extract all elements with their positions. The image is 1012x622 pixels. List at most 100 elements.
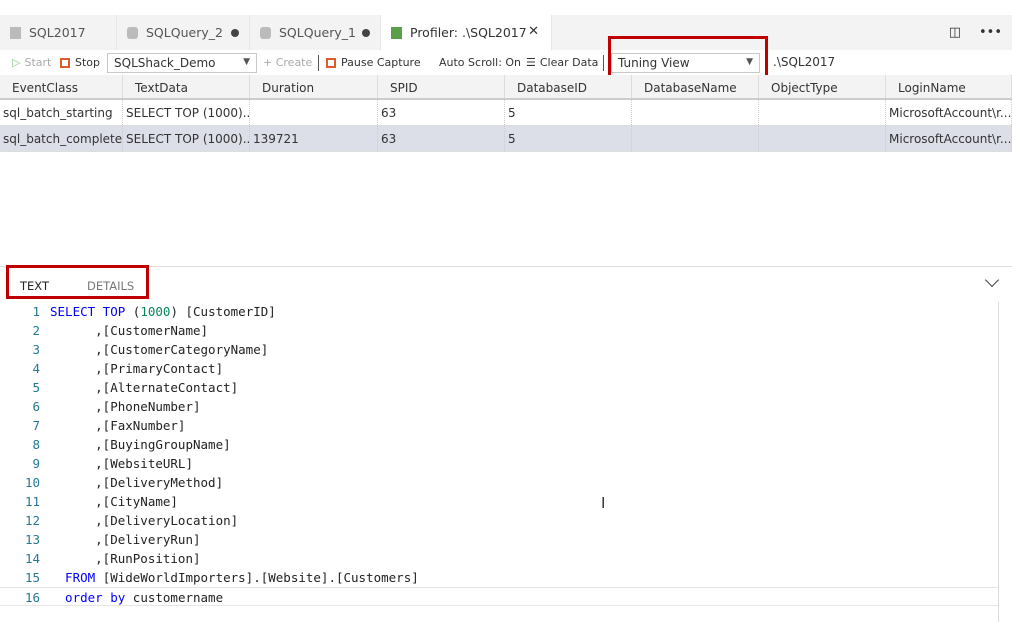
tab-label: SQL2017 <box>29 25 86 40</box>
editor-tabs: SQL2017 SQLQuery_2 SQLQuery_1 Profiler: .\S… <box>0 15 1012 50</box>
grid-cell: MicrosoftAccount\r... <box>886 126 1012 151</box>
file-icon <box>10 26 21 39</box>
column-header[interactable]: DatabaseName <box>632 75 759 98</box>
code-token: SELECT TOP <box>50 304 133 319</box>
code-line: 1 SELECT TOP (1000) [CustomerID] <box>0 302 998 321</box>
session-select[interactable]: SQLShack_Demo ▼ <box>107 53 257 73</box>
code-text: ,[PhoneNumber] <box>50 397 200 416</box>
code-text: ,[BuyingGroupName] <box>50 435 231 454</box>
code-line: 8 ,[BuyingGroupName] <box>0 435 998 454</box>
code-token: FROM <box>50 570 103 585</box>
column-header[interactable]: TextData <box>123 75 250 98</box>
code-text: ,[CustomerName] <box>50 321 208 340</box>
start-label: Start <box>24 56 52 69</box>
stop-button[interactable]: Stop <box>60 56 100 69</box>
editor-scrollbar[interactable] <box>998 302 999 622</box>
line-number: 8 <box>32 437 40 452</box>
grid-header-row[interactable]: EventClass TextData Duration SPID DatabaseID… <box>0 75 1012 100</box>
code-token: ,[AlternateContact] <box>50 380 239 395</box>
pause-icon <box>326 57 336 68</box>
panel-divider[interactable] <box>0 266 1012 267</box>
code-token: customername <box>132 590 224 605</box>
tab-sqlquery-1[interactable]: SQLQuery_1 <box>250 15 381 50</box>
code-token: order by <box>50 590 133 605</box>
line-number: 10 <box>24 475 40 490</box>
tab-profiler-sql2017[interactable]: Profiler: .\SQL2017 ✕ <box>381 15 552 50</box>
line-number: 9 <box>32 456 40 471</box>
tab-sqlquery-2[interactable]: SQLQuery_2 <box>117 15 250 50</box>
code-text: ,[RunPosition] <box>50 549 200 568</box>
code-token: ,[CustomerName] <box>50 323 209 338</box>
code-text: ,[CustomerCategoryName] <box>50 340 268 359</box>
code-text: FROM [WideWorldImporters].[Website].[Cus… <box>50 568 419 587</box>
line-number: 3 <box>32 342 40 357</box>
code-line: 4 ,[PrimaryContact] <box>0 359 998 378</box>
code-token: ,[WebsiteURL] <box>50 456 193 471</box>
tab-sql2017[interactable]: SQL2017 <box>0 15 117 50</box>
code-token: ,[DeliveryLocation] <box>50 513 239 528</box>
code-text: order by customername <box>50 588 223 607</box>
profiler-grid-icon <box>391 26 402 39</box>
code-text: ,[DeliveryMethod] <box>50 473 223 492</box>
close-tab-icon[interactable]: ✕ <box>528 24 539 39</box>
sql-text-editor[interactable]: 1 SELECT TOP (1000) [CustomerID] 2 ,[Custo… <box>0 302 998 606</box>
grid-cell <box>759 126 886 151</box>
grid-cell <box>632 100 759 125</box>
code-line: 13 ,[DeliveryRun] <box>0 530 998 549</box>
unsaved-dot-icon <box>362 29 370 37</box>
code-token: ,[CustomerCategoryName] <box>50 342 269 357</box>
text-cursor-icon: I <box>601 494 606 512</box>
line-number: 6 <box>32 399 40 414</box>
create-button[interactable]: + Create <box>263 56 312 69</box>
code-text: ,[WebsiteURL] <box>50 454 193 473</box>
code-token: ,[BuyingGroupName] <box>50 437 231 452</box>
code-text: SELECT TOP (1000) [CustomerID] <box>50 302 276 321</box>
auto-scroll-toggle[interactable]: Auto Scroll: On <box>439 56 521 69</box>
session-value: SQLShack_Demo <box>114 56 216 70</box>
database-icon <box>260 26 271 39</box>
code-token: ,[DeliveryRun] <box>50 532 201 547</box>
column-header[interactable]: Duration <box>250 75 378 98</box>
clear-icon: ☰ <box>526 56 536 69</box>
collapse-panel-icon[interactable] <box>984 272 1000 288</box>
column-header[interactable]: DatabaseID <box>505 75 632 98</box>
line-number: 15 <box>24 570 40 585</box>
table-row[interactable]: sql_batch_completed SELECT TOP (1000)... 1… <box>0 126 1012 152</box>
tab-label: Profiler: .\SQL2017 <box>410 25 527 40</box>
code-line: 5 ,[AlternateContact] <box>0 378 998 397</box>
grid-cell <box>250 100 378 125</box>
column-header[interactable]: EventClass <box>0 75 123 98</box>
line-number: 16 <box>24 590 40 605</box>
code-token: ,[DeliveryMethod] <box>50 475 224 490</box>
line-number: 11 <box>24 494 40 509</box>
code-token: ,[PrimaryContact] <box>50 361 224 376</box>
grid-cell: 5 <box>505 126 632 151</box>
line-number: 1 <box>32 304 40 319</box>
code-line: 15 FROM [WideWorldImporters].[Website].[… <box>0 568 998 587</box>
code-line: 3 ,[CustomerCategoryName] <box>0 340 998 359</box>
code-line: 14 ,[RunPosition] <box>0 549 998 568</box>
grid-cell: sql_batch_completed <box>0 126 123 151</box>
pause-capture-button[interactable]: Pause Capture <box>326 56 421 69</box>
split-editor-icon[interactable]: ◫ <box>949 25 961 40</box>
code-line: 12 ,[DeliveryLocation] <box>0 511 998 530</box>
clear-data-button[interactable]: ☰ Clear Data <box>526 56 598 69</box>
column-header[interactable]: ObjectType <box>759 75 886 98</box>
code-text: ,[FaxNumber] <box>50 416 185 435</box>
code-line: 7 ,[FaxNumber] <box>0 416 998 435</box>
more-actions-icon[interactable]: ••• <box>979 25 1002 40</box>
grid-cell <box>632 126 759 151</box>
tab-label: SQLQuery_2 <box>146 25 223 40</box>
line-number: 7 <box>32 418 40 433</box>
grid-cell: SELECT TOP (1000)... <box>123 126 250 151</box>
play-icon: ▷ <box>12 56 21 69</box>
grid-cell: 139721 <box>250 126 378 151</box>
dropdown-arrow-icon: ▼ <box>243 57 250 67</box>
table-row[interactable]: sql_batch_starting SELECT TOP (1000)... 63… <box>0 100 1012 126</box>
column-header[interactable]: LoginName <box>886 75 1012 98</box>
column-header[interactable]: SPID <box>378 75 505 98</box>
highlight-box <box>6 265 149 299</box>
tab-label: SQLQuery_1 <box>279 25 356 40</box>
line-number: 4 <box>32 361 40 376</box>
start-button[interactable]: ▷ Start <box>12 56 51 69</box>
